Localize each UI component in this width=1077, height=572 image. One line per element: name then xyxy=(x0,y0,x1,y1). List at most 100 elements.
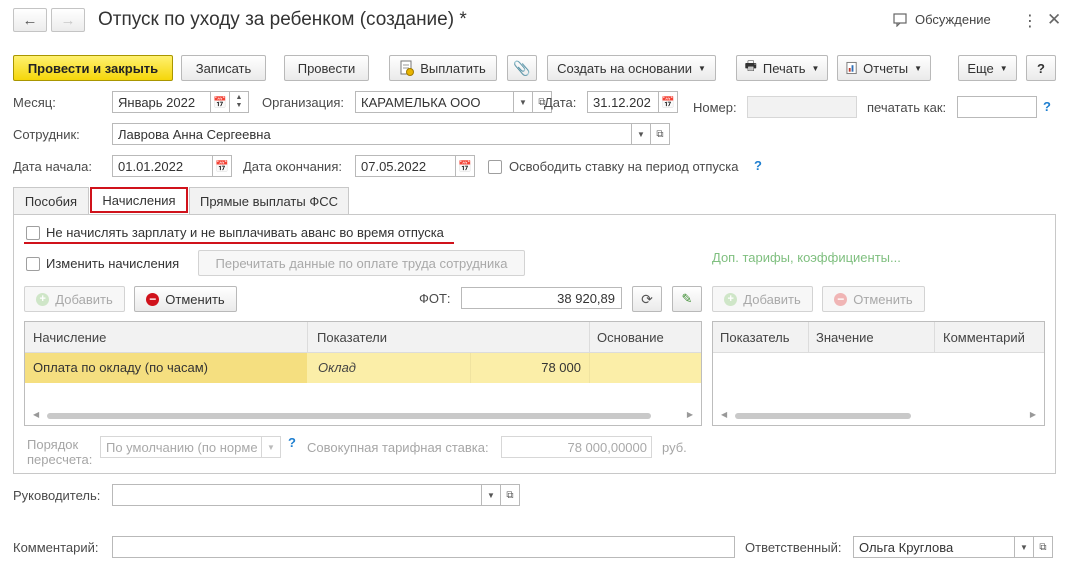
forward-button[interactable]: → xyxy=(51,8,85,32)
employee-field[interactable]: Лаврова Анна Сергеевна xyxy=(112,123,632,145)
scrollbar-thumb[interactable] xyxy=(735,413,911,419)
manager-field[interactable] xyxy=(112,484,482,506)
arrow-left-icon: ← xyxy=(22,11,38,29)
responsible-label: Ответственный: xyxy=(745,540,842,555)
date-field[interactable]: 31.12.202 xyxy=(587,91,659,113)
attach-button[interactable]: 📎 xyxy=(507,55,537,81)
employee-open-button[interactable]: ⧉ xyxy=(650,123,670,145)
print-button[interactable]: 🖶 Печать ▼ xyxy=(736,55,828,81)
paperclip-icon: 📎 xyxy=(513,59,531,76)
free-rate-checkbox[interactable] xyxy=(488,160,502,174)
pay-label: Выплатить xyxy=(420,60,486,76)
month-field[interactable]: Январь 2022 xyxy=(112,91,211,113)
cell-divider xyxy=(589,353,590,383)
page-title: Отпуск по уходу за ребенком (создание) * xyxy=(98,9,467,30)
col-accrual-header[interactable]: Начисление xyxy=(33,330,106,345)
change-accruals-checkbox[interactable] xyxy=(26,257,40,271)
row-accrual-cell[interactable]: Оплата по окладу (по часам) xyxy=(25,353,307,383)
accruals-hscroll[interactable]: ◀ ▶ xyxy=(25,408,701,424)
number-label: Номер: xyxy=(693,100,737,115)
col-comment-header[interactable]: Комментарий xyxy=(943,330,1025,345)
start-date-calendar-button[interactable]: 📅 xyxy=(212,155,232,177)
pay-doc-icon xyxy=(400,60,415,76)
row-indicator-cell[interactable]: Оклад xyxy=(318,360,356,375)
help-button[interactable]: ? xyxy=(1026,55,1056,81)
responsible-open-button[interactable]: ⧉ xyxy=(1033,536,1053,558)
pay-button[interactable]: Выплатить xyxy=(389,55,497,81)
organization-field[interactable]: КАРАМЕЛЬКА ООО xyxy=(355,91,514,113)
post-button[interactable]: Провести xyxy=(284,55,369,81)
date-calendar-button[interactable]: 📅 xyxy=(658,91,678,113)
manager-dropdown-button[interactable]: ▼ xyxy=(481,484,501,506)
scroll-left-icon: ◀ xyxy=(33,410,40,419)
recalc-dropdown-button[interactable]: ▼ xyxy=(261,436,281,458)
end-date-field[interactable]: 07.05.2022 xyxy=(355,155,456,177)
add-accrual-label: Добавить xyxy=(55,291,113,307)
col-indicator-header[interactable]: Показатель xyxy=(720,330,790,345)
plus-circle-icon: + xyxy=(36,292,50,306)
no-salary-checkbox[interactable] xyxy=(26,226,40,240)
scrollbar-thumb[interactable] xyxy=(47,413,651,419)
month-calendar-button[interactable]: 📅 xyxy=(210,91,230,113)
discussion-button[interactable]: Обсуждение xyxy=(893,12,991,27)
cancel-accrual-button[interactable]: − Отменить xyxy=(134,286,237,312)
comment-field[interactable] xyxy=(112,536,735,558)
col-basis-header[interactable]: Основание xyxy=(597,330,664,345)
no-salary-red-underline xyxy=(24,242,454,244)
close-icon[interactable]: ✕ xyxy=(1047,10,1061,30)
print-as-field[interactable] xyxy=(957,96,1037,118)
add-indicator-button[interactable]: + Добавить xyxy=(712,286,813,312)
add-accrual-button[interactable]: + Добавить xyxy=(24,286,125,312)
number-field[interactable] xyxy=(747,96,857,118)
month-spinner[interactable]: ▲ ▼ xyxy=(229,91,249,113)
open-window-icon: ⧉ xyxy=(1039,541,1047,553)
manager-label: Руководитель: xyxy=(13,488,101,503)
more-button[interactable]: Еще ▼ xyxy=(958,55,1017,81)
chevron-down-icon: ▼ xyxy=(267,442,275,452)
indicators-hscroll[interactable]: ◀ ▶ xyxy=(713,408,1044,424)
organization-dropdown-button[interactable]: ▼ xyxy=(513,91,533,113)
col-indicators-header[interactable]: Показатели xyxy=(317,330,387,345)
extra-rates-link[interactable]: Доп. тарифы, коэффициенты... xyxy=(712,250,901,265)
free-rate-help-icon[interactable]: ? xyxy=(754,158,762,173)
tab-fss-payments[interactable]: Прямые выплаты ФСС xyxy=(189,187,349,215)
manager-open-button[interactable]: ⧉ xyxy=(500,484,520,506)
col-divider xyxy=(307,322,308,353)
recalc-label-line2: пересчета: xyxy=(27,452,93,467)
col-divider xyxy=(808,322,809,353)
start-date-label: Дата начала: xyxy=(13,159,92,174)
more-vertical-icon[interactable]: ⋮ xyxy=(1022,11,1038,31)
employee-label: Сотрудник: xyxy=(13,127,80,142)
print-label: Печать xyxy=(762,60,806,76)
recalc-field[interactable]: По умолчанию (по норме xyxy=(100,436,262,458)
spinner-up-icon: ▲ xyxy=(235,94,243,101)
end-date-calendar-button[interactable]: 📅 xyxy=(455,155,475,177)
tab-benefits[interactable]: Пособия xyxy=(13,187,89,215)
responsible-field[interactable]: Ольга Круглова xyxy=(853,536,1015,558)
reread-button[interactable]: Перечитать данные по оплате труда сотруд… xyxy=(198,250,525,276)
calendar-icon: 📅 xyxy=(213,96,227,109)
cancel-accrual-label: Отменить xyxy=(165,291,225,307)
create-based-on-button[interactable]: Создать на основании ▼ xyxy=(547,55,716,81)
post-and-close-button[interactable]: Провести и закрыть xyxy=(13,55,173,81)
start-date-field[interactable]: 01.01.2022 xyxy=(112,155,213,177)
refresh-icon: ⟳ xyxy=(641,290,653,307)
fot-field[interactable]: 38 920,89 xyxy=(461,287,622,309)
save-button[interactable]: Записать xyxy=(181,55,266,81)
scroll-left-icon: ◀ xyxy=(721,410,728,419)
back-button[interactable]: ← xyxy=(13,8,47,32)
edit-button[interactable]: ✎ xyxy=(672,286,702,312)
number-help-icon[interactable]: ? xyxy=(1043,99,1051,114)
total-rate-field[interactable]: 78 000,00000 xyxy=(501,436,652,458)
responsible-dropdown-button[interactable]: ▼ xyxy=(1014,536,1034,558)
row-amount-cell[interactable]: 78 000 xyxy=(480,360,581,375)
tab-accruals[interactable]: Начисления xyxy=(90,187,188,213)
employee-dropdown-button[interactable]: ▼ xyxy=(631,123,651,145)
reports-button[interactable]: Отчеты ▼ xyxy=(837,55,931,81)
recalc-help-icon[interactable]: ? xyxy=(288,435,296,450)
create-based-on-label: Создать на основании xyxy=(557,60,692,76)
reports-label: Отчеты xyxy=(863,60,909,76)
col-value-header[interactable]: Значение xyxy=(816,330,874,345)
cancel-indicator-button[interactable]: − Отменить xyxy=(822,286,925,312)
refresh-button[interactable]: ⟳ xyxy=(632,286,662,312)
